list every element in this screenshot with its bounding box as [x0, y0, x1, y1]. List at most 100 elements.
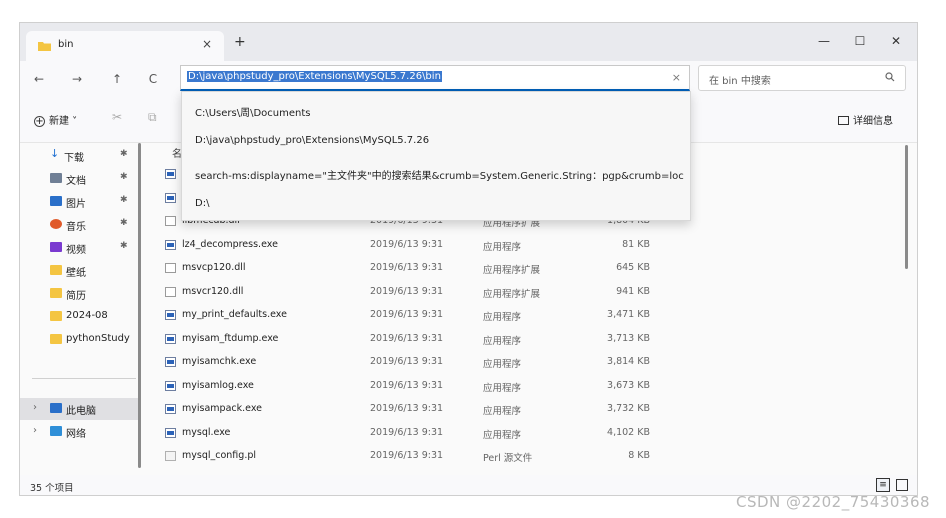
file-list-scrollbar[interactable]: [905, 145, 908, 269]
file-size: 3,732 KB: [607, 403, 650, 414]
folder-icon: [38, 42, 51, 51]
table-row[interactable]: mysql.exe 2019/6/13 9:31 应用程序 4,102 KB: [160, 422, 720, 445]
computer-icon: [50, 403, 62, 413]
details-view-icon[interactable]: ≡: [876, 478, 890, 492]
video-icon: [50, 242, 62, 252]
up-button[interactable]: ↑: [106, 68, 128, 90]
cut-icon[interactable]: ✂: [112, 110, 122, 124]
exe-file-icon: [165, 192, 176, 203]
address-bar[interactable]: D:\java\phpstudy_pro\Extensions\MySQL5.7…: [180, 65, 690, 91]
sidebar-item-label: pythonStudy: [66, 333, 130, 344]
exe-file-icon: [165, 427, 176, 438]
file-date: 2019/6/13 9:31: [370, 403, 444, 414]
file-size: 81 KB: [622, 238, 650, 250]
sidebar-item-resume[interactable]: 简历: [20, 283, 138, 305]
pin-icon: ✱: [120, 195, 128, 205]
search-input[interactable]: 在 bin 中搜索: [709, 72, 771, 87]
file-date: 2019/6/13 9:31: [370, 332, 444, 344]
maximize-button[interactable]: ☐: [840, 29, 880, 53]
exe-file-icon: [165, 380, 176, 391]
network-icon: [50, 426, 62, 436]
sidebar-item-label: 简历: [66, 291, 86, 302]
file-size: 645 KB: [616, 262, 650, 273]
sidebar-item-network[interactable]: › 网络: [20, 421, 138, 443]
sidebar-item-label: 音乐: [66, 222, 86, 233]
file-size: 941 KB: [616, 285, 650, 297]
sidebar-divider: [32, 378, 136, 379]
suggestion-item[interactable]: D:\java\phpstudy_pro\Extensions\MySQL5.7…: [195, 135, 429, 146]
sidebar-item-label: 图片: [66, 199, 86, 210]
file-date: 2019/6/13 9:31: [370, 450, 444, 461]
suggestion-item[interactable]: D:\: [195, 198, 209, 209]
plus-icon: +: [34, 116, 45, 127]
forward-button[interactable]: →: [66, 68, 88, 90]
sidebar-item-this-pc[interactable]: › 此电脑: [20, 398, 138, 420]
details-button[interactable]: 详细信息: [838, 112, 893, 127]
address-input[interactable]: D:\java\phpstudy_pro\Extensions\MySQL5.7…: [187, 71, 442, 82]
copy-icon[interactable]: ⧉: [148, 110, 157, 125]
table-row[interactable]: my_print_defaults.exe 2019/6/13 9:31 应用程序 3…: [160, 304, 720, 327]
tiles-view-icon[interactable]: [896, 479, 908, 491]
sidebar-item-documents[interactable]: 文档 ✱: [20, 168, 138, 190]
tab-label: bin: [58, 39, 74, 50]
pin-icon: ✱: [120, 241, 128, 251]
sidebar-scrollbar[interactable]: [138, 143, 141, 468]
back-button[interactable]: ←: [28, 68, 50, 90]
table-row[interactable]: msvcr120.dll 2019/6/13 9:31 应用程序扩展 941 KB: [160, 281, 720, 304]
exe-file-icon: [165, 404, 176, 414]
refresh-button[interactable]: C: [142, 68, 164, 90]
file-size: 3,814 KB: [607, 356, 650, 367]
file-name: msvcp120.dll: [182, 262, 246, 273]
suggestion-item[interactable]: search-ms:displayname="主文件夹"中的搜索结果&crumb…: [195, 167, 684, 182]
file-type: 应用程序: [483, 429, 522, 441]
table-row[interactable]: myisamlog.exe 2019/6/13 9:31 应用程序 3,673 KB: [160, 375, 720, 398]
pl-file-icon: [165, 451, 176, 461]
table-row[interactable]: myisampack.exe 2019/6/13 9:31 应用程序 3,732 KB: [160, 398, 720, 421]
exe-file-icon: [165, 310, 176, 320]
folder-icon: [50, 265, 62, 275]
file-type: 应用程序: [483, 312, 522, 323]
dll-file-icon: [165, 216, 176, 226]
file-name: my_print_defaults.exe: [182, 309, 287, 320]
file-date: 2019/6/13 9:31: [370, 238, 444, 250]
picture-icon: [50, 196, 62, 206]
file-date: 2019/6/13 9:31: [370, 356, 444, 367]
suggestion-item[interactable]: C:\Users\周\Documents: [195, 104, 310, 119]
tab-close-icon[interactable]: ×: [202, 37, 212, 51]
search-box[interactable]: 在 bin 中搜索: [698, 65, 906, 91]
sidebar-item-videos[interactable]: 视频 ✱: [20, 237, 138, 259]
file-size: 3,713 KB: [607, 332, 650, 344]
file-type: 应用程序: [483, 359, 522, 370]
address-clear-icon[interactable]: ×: [672, 71, 681, 84]
sidebar-item-pictures[interactable]: 图片 ✱: [20, 191, 138, 213]
folder-icon: [50, 311, 62, 321]
sidebar-item-music[interactable]: 音乐 ✱: [20, 214, 138, 236]
chevron-right-icon[interactable]: ›: [33, 402, 37, 413]
minimize-button[interactable]: —: [804, 29, 844, 53]
table-row[interactable]: lz4_decompress.exe 2019/6/13 9:31 应用程序 81 K…: [160, 234, 720, 257]
table-row[interactable]: mysql_config.pl 2019/6/13 9:31 Perl 源文件 8 K…: [160, 445, 720, 468]
exe-file-icon: [165, 333, 176, 344]
sidebar-item-2024-08[interactable]: 2024-08: [20, 306, 138, 328]
file-name: mysql_config.pl: [182, 450, 257, 461]
new-button[interactable]: + 新建 ˅: [34, 112, 77, 127]
sidebar-item-label: 文档: [66, 176, 86, 187]
chevron-right-icon[interactable]: ›: [33, 425, 37, 436]
file-type: 应用程序扩展: [483, 265, 541, 276]
table-row[interactable]: myisamchk.exe 2019/6/13 9:31 应用程序 3,814 KB: [160, 351, 720, 374]
pin-icon: ✱: [120, 149, 128, 159]
download-icon: ↓: [50, 147, 60, 160]
pin-icon: ✱: [120, 172, 128, 182]
new-tab-button[interactable]: +: [234, 34, 246, 50]
sidebar-item-label: 下载: [64, 153, 84, 164]
close-window-button[interactable]: ✕: [876, 29, 916, 53]
sidebar-item-wallpaper[interactable]: 壁纸: [20, 260, 138, 282]
file-name: myisam_ftdump.exe: [182, 332, 279, 344]
sidebar-item-downloads[interactable]: ↓ 下载 ✱: [20, 145, 138, 167]
file-name: lz4_decompress.exe: [182, 238, 278, 250]
table-row[interactable]: myisam_ftdump.exe 2019/6/13 9:31 应用程序 3,713…: [160, 328, 720, 351]
sidebar-item-pythonstudy[interactable]: pythonStudy: [20, 329, 138, 351]
search-icon[interactable]: [885, 72, 895, 82]
table-row[interactable]: msvcp120.dll 2019/6/13 9:31 应用程序扩展 645 KB: [160, 257, 720, 280]
tab-bin[interactable]: bin ×: [26, 31, 224, 61]
